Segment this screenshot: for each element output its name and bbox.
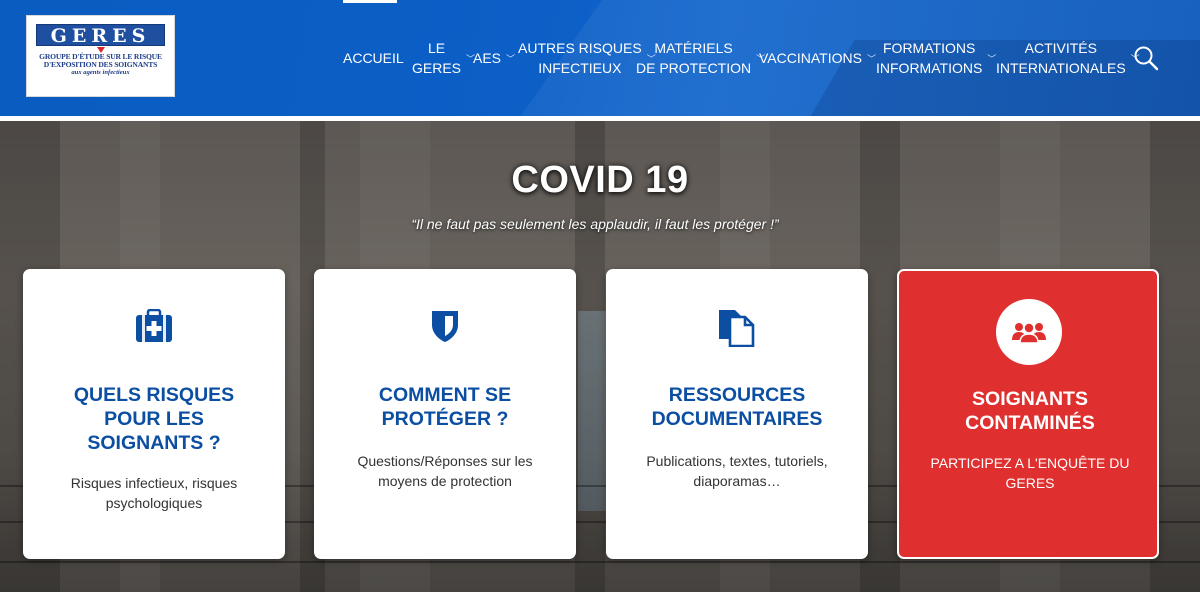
nav-item-le-geres[interactable]: LE GERES ﹀ <box>412 0 475 116</box>
search-button[interactable] <box>1133 45 1159 71</box>
logo-subtitle-3: aux agents infectieux <box>71 69 130 76</box>
shield-icon <box>432 311 458 342</box>
nav-item-activites[interactable]: ACTIVITÉS INTERNATIONALES ﹀ <box>996 0 1140 116</box>
medical-kit-icon <box>136 309 172 342</box>
nav-item-formations[interactable]: FORMATIONS INFORMATIONS ﹀ <box>876 0 996 116</box>
documents-icon <box>719 310 755 347</box>
card-ressources[interactable]: RESSOURCES DOCUMENTAIRES Publications, t… <box>606 269 868 559</box>
nav-label-line2: INFORMATIONS <box>876 60 983 76</box>
hero-quote: “Il ne faut pas seulement les applaudir,… <box>411 216 779 232</box>
chevron-down-icon: ﹀ <box>866 54 876 64</box>
nav-label: ACCUEIL <box>343 50 404 66</box>
card-description: Risques infectieux, risques psychologiqu… <box>70 475 238 511</box>
card-title: COMMENT SE PROTÉGER ? <box>378 384 512 430</box>
users-group-icon <box>1012 322 1046 344</box>
card-proteger[interactable]: COMMENT SE PROTÉGER ? Questions/Réponses… <box>314 269 576 559</box>
card-soignants-contamines[interactable]: SOIGNANTS CONTAMINÉS PARTICIPEZ A L'ENQU… <box>897 269 1159 559</box>
nav-label: VACCINATIONS <box>759 50 862 66</box>
card-risques[interactable]: QUELS RISQUES POUR LES SOIGNANTS ? Risqu… <box>23 269 285 559</box>
nav-label: AES <box>473 50 502 66</box>
card-description: Publications, textes, tutoriels, diapora… <box>646 453 828 489</box>
nav-item-vaccinations[interactable]: VACCINATIONS ﹀ <box>759 0 876 116</box>
nav-item-accueil[interactable]: ACCUEIL <box>343 0 404 116</box>
hero-section: COVID 19 “Il ne faut pas seulement les a… <box>0 121 1200 592</box>
card-title: RESSOURCES DOCUMENTAIRES <box>651 384 823 430</box>
nav-label-line1: LE <box>427 40 446 56</box>
search-icon <box>1134 46 1159 71</box>
nav-label-line2: GERES <box>412 60 462 76</box>
card-title: QUELS RISQUES POUR LES SOIGNANTS ? <box>73 384 235 454</box>
nav-label-line2: INFECTIEUX <box>538 60 622 76</box>
nav-label-line1: ACTIVITÉS <box>1024 40 1097 56</box>
site-header: GERES GROUPE D'ÉTUDE SUR LE RISQUE D'EXP… <box>0 0 1200 116</box>
nav-label-line2: DE PROTECTION <box>636 60 752 76</box>
chevron-down-icon: ﹀ <box>506 54 516 64</box>
nav-label-line1: FORMATIONS <box>883 40 976 56</box>
card-description: Questions/Réponses sur les moyens de pro… <box>357 453 533 489</box>
nav-label-line1: MATÉRIELS <box>654 40 733 56</box>
nav-item-aes[interactable]: AES ﹀ <box>473 0 515 116</box>
card-cta-text: PARTICIPEZ A L'ENQUÊTE DU GERES <box>930 455 1130 491</box>
nav-label-line2: INTERNATIONALES <box>996 60 1126 76</box>
logo-wordmark: GERES <box>36 24 165 47</box>
users-group-badge <box>996 299 1062 365</box>
nav-item-materiels[interactable]: MATÉRIELS DE PROTECTION ﹀ <box>636 0 765 116</box>
page-title: COVID 19 <box>511 159 689 201</box>
card-title: SOIGNANTS CONTAMINÉS <box>965 388 1095 434</box>
chevron-down-icon: ﹀ <box>987 54 997 64</box>
nav-label-line1: AUTRES RISQUES <box>518 40 642 56</box>
logo-subtitle-2: D'EXPOSITION DES SOIGNANTS <box>43 60 158 69</box>
geres-logo[interactable]: GERES GROUPE D'ÉTUDE SUR LE RISQUE D'EXP… <box>26 15 175 97</box>
